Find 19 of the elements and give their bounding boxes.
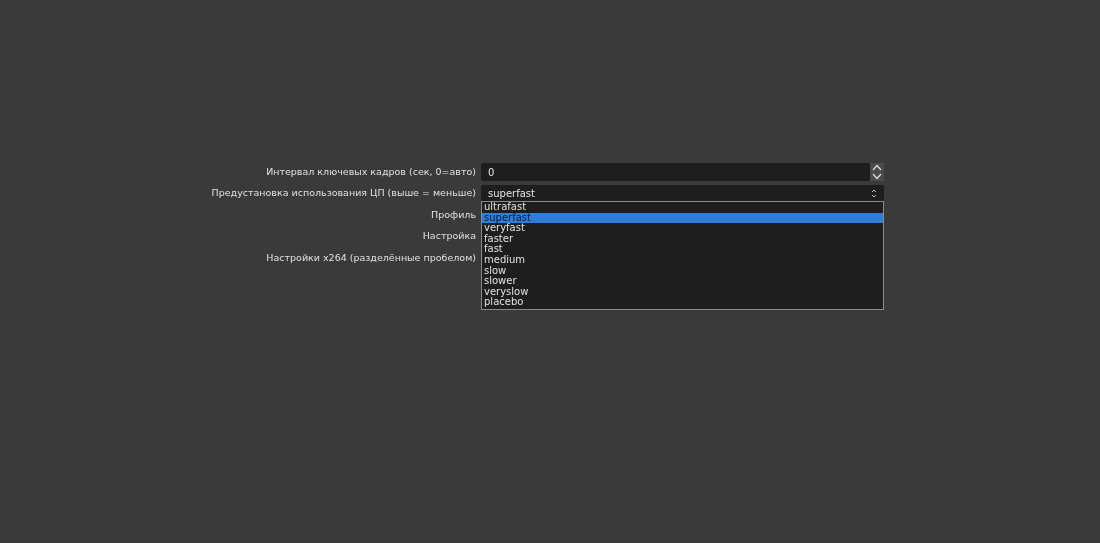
spin-down-icon[interactable] <box>870 172 884 181</box>
spin-up-icon[interactable] <box>870 163 884 172</box>
field-label: Интервал ключевых кадров (сек, 0=авто) <box>265 164 476 179</box>
dropdown-option[interactable]: fast <box>482 244 883 255</box>
dropdown-option[interactable]: superfast <box>482 212 883 224</box>
dropdown-option[interactable]: medium <box>482 254 883 266</box>
dropdown-option[interactable]: veryslow <box>482 286 883 298</box>
dropdown-option[interactable]: placebo <box>482 297 883 308</box>
up-down-caret-icon <box>871 188 877 199</box>
field-label: Профиль <box>430 207 476 222</box>
keyframe-interval-field[interactable]: 0 <box>481 163 870 181</box>
field-label: Настройка <box>421 229 476 244</box>
field-label: Предустановка использования ЦП (выше = меньше) <box>210 186 476 201</box>
field-label: Настройки x264 (разделённые пробелом) <box>265 250 476 265</box>
dropdown-option[interactable]: veryfast <box>482 223 883 234</box>
dropdown-option[interactable]: faster <box>482 233 883 245</box>
dropdown-option[interactable]: ultrafast <box>482 202 883 213</box>
dropdown-option[interactable]: slower <box>482 276 883 287</box>
dropdown-option[interactable]: slow <box>482 265 883 277</box>
